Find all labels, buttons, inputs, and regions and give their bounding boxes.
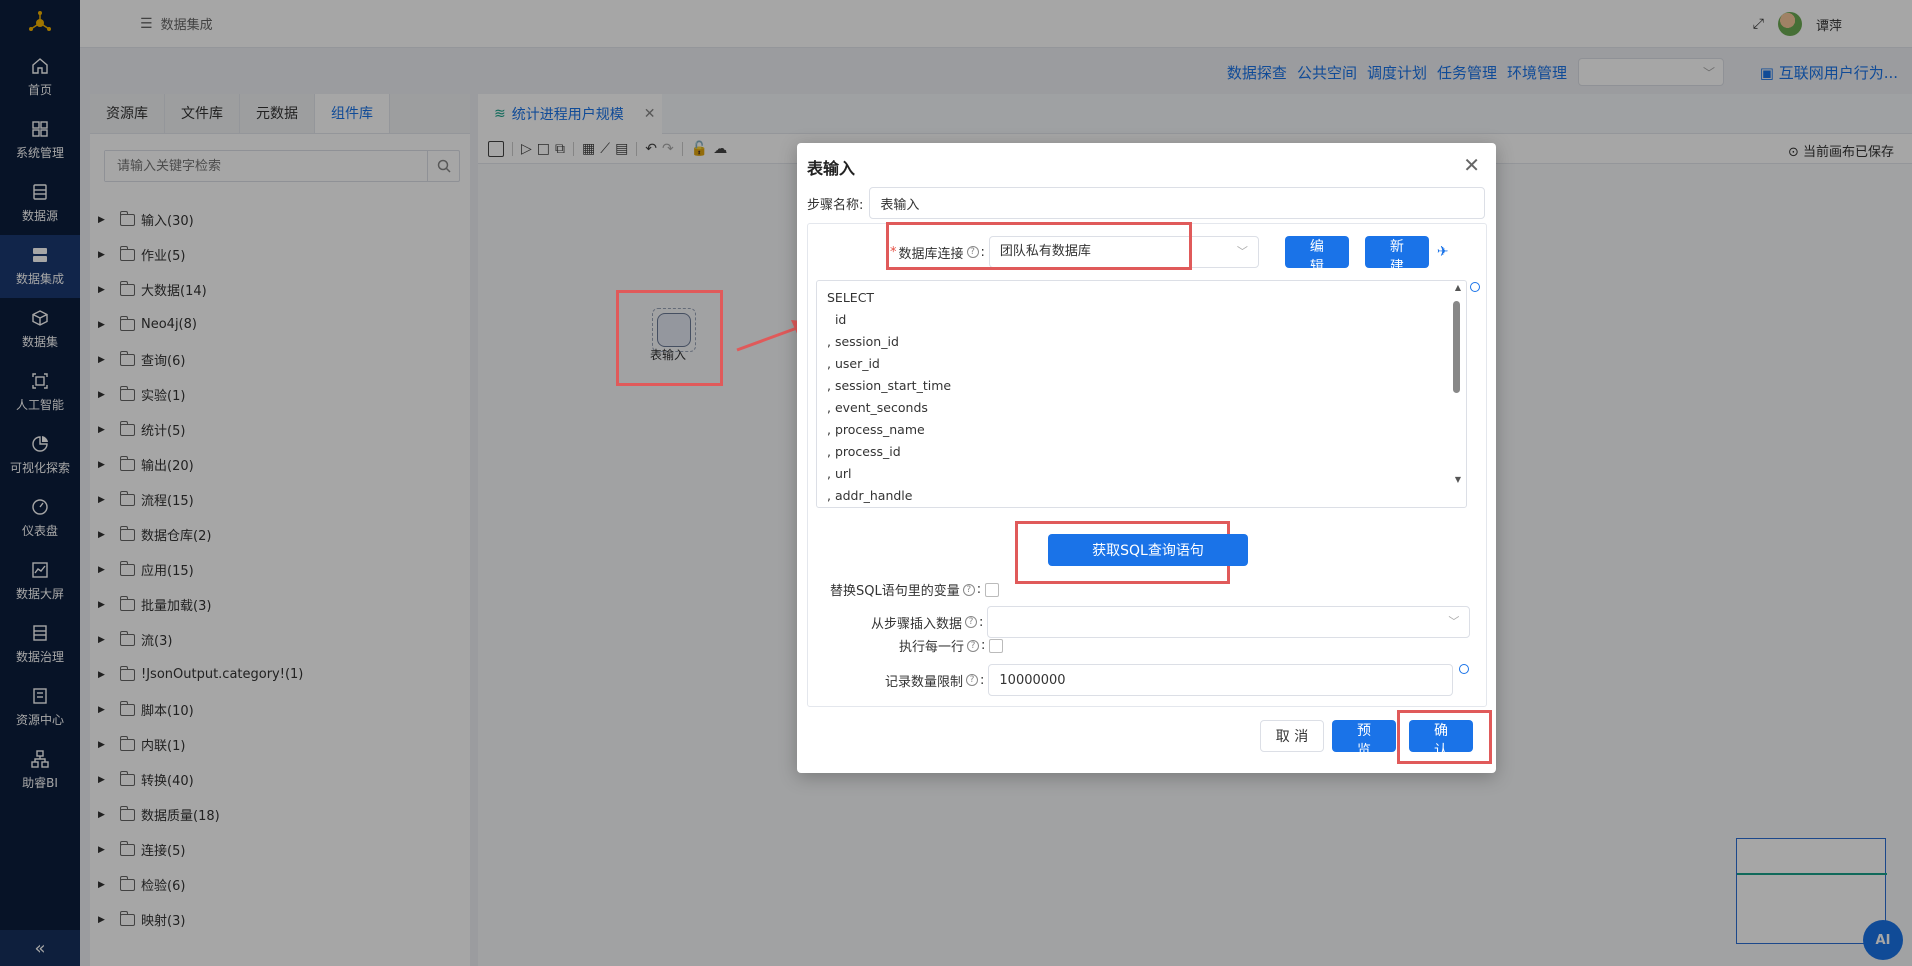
exec-each-row-row: 执行每一行 ? : xyxy=(899,636,1004,655)
row-limit-row: 记录数量限制 ? : xyxy=(885,664,1470,696)
sql-line: , session_start_time xyxy=(827,378,952,393)
scroll-down-icon[interactable]: ▼ xyxy=(1455,475,1461,484)
help-icon[interactable]: ? xyxy=(966,674,979,686)
db-connection-highlight xyxy=(886,222,1192,270)
replace-var-label: 替换SQL语句里的变量 xyxy=(830,584,960,599)
insert-from-step-label: 从步骤插入数据 xyxy=(871,616,963,632)
sql-line: , user_id xyxy=(827,356,880,371)
exec-each-row-label: 执行每一行 xyxy=(899,640,965,655)
step-name-input[interactable] xyxy=(869,187,1486,219)
sql-line: , url xyxy=(827,466,852,481)
replace-var-checkbox[interactable] xyxy=(985,582,1000,597)
info-icon[interactable] xyxy=(1470,282,1480,292)
cancel-button[interactable]: 取 消 xyxy=(1260,720,1324,752)
preview-button[interactable]: 预 览 xyxy=(1332,720,1396,759)
sql-line: , addr_handle xyxy=(827,488,913,503)
exec-each-row-checkbox[interactable] xyxy=(989,638,1004,653)
row-limit-input[interactable] xyxy=(988,664,1454,696)
sql-line: , session_id xyxy=(827,334,899,349)
insert-from-step-row: 从步骤插入数据 ? : ﹀ xyxy=(871,606,1471,638)
edit-button[interactable]: 编 辑 xyxy=(1284,236,1349,275)
info-icon[interactable] xyxy=(1459,664,1470,674)
help-icon[interactable]: ? xyxy=(967,639,980,652)
scroll-up-icon[interactable]: ▲ xyxy=(1455,283,1461,292)
colon: : xyxy=(980,672,985,688)
sql-line: , process_name xyxy=(827,422,925,437)
sql-editor[interactable]: ▲ ▼ SELECT id , session_id , user_id , sess… xyxy=(816,280,1467,508)
new-button[interactable]: 新 建 xyxy=(1364,236,1429,275)
sql-line: , process_id xyxy=(827,444,901,459)
get-sql-button[interactable]: 获取SQL查询语句 xyxy=(1048,534,1248,566)
help-icon[interactable]: ? xyxy=(965,616,978,628)
help-icon[interactable]: ? xyxy=(962,583,975,596)
insert-from-step-select[interactable]: ﹀ xyxy=(987,606,1471,638)
confirm-button[interactable]: 确 认 xyxy=(1409,720,1473,759)
row-limit-label: 记录数量限制 xyxy=(885,674,964,690)
step-name-label: 步骤名称: xyxy=(807,197,864,213)
dialog-title: 表输入 xyxy=(807,159,856,178)
step-name-row: 步骤名称: xyxy=(807,187,1486,219)
sql-line: id xyxy=(827,312,847,327)
close-icon[interactable]: ✕ xyxy=(1463,153,1480,177)
chevron-down-icon: ﹀ xyxy=(1448,615,1460,628)
table-input-dialog: 表输入 ✕ 步骤名称: * 数据库连接 ? : 团队私有数据库 ﹀ 编 辑 新 … xyxy=(797,143,1496,773)
sql-line: SELECT xyxy=(827,290,875,305)
wizard-icon[interactable]: ✈ xyxy=(1437,244,1449,260)
colon: : xyxy=(981,638,986,653)
chevron-down-icon: ﹀ xyxy=(1236,245,1248,258)
node-highlight xyxy=(616,290,723,386)
replace-var-row: 替换SQL语句里的变量 ? : xyxy=(830,580,1000,599)
sql-line: , event_seconds xyxy=(827,400,928,415)
colon: : xyxy=(976,582,982,597)
colon: : xyxy=(979,614,984,630)
scrollbar[interactable] xyxy=(1453,301,1460,393)
dialog-form-box: * 数据库连接 ? : 团队私有数据库 ﹀ 编 辑 新 建 ✈ ▲ ▼ SELE… xyxy=(807,223,1487,707)
